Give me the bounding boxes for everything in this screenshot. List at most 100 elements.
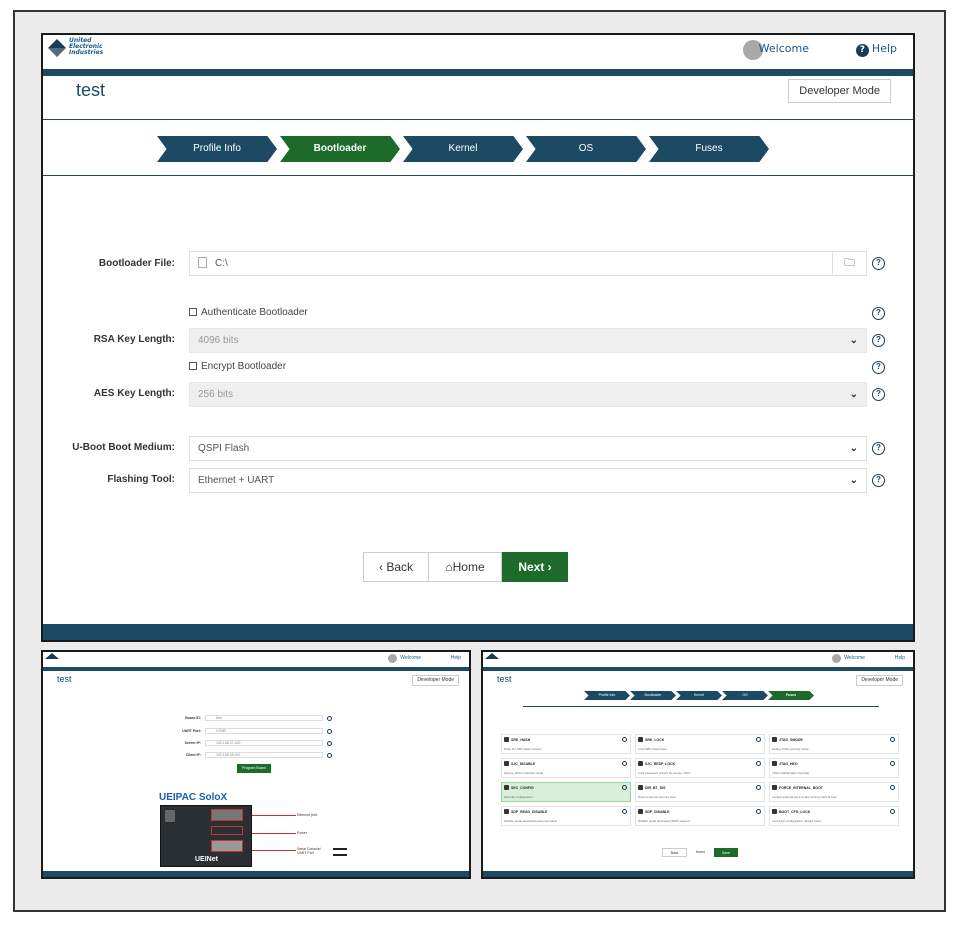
step-profile-info[interactable]: Profile Info [157, 136, 277, 162]
help-circle-icon[interactable]: ? [872, 307, 885, 320]
help-link: Help [450, 655, 461, 661]
help-circle-icon [327, 741, 332, 746]
help-circle-icon[interactable]: ? [872, 361, 885, 374]
welcome-link[interactable]: Welcome [759, 42, 809, 55]
fuse-name: SJC_RESP_LOCK [645, 762, 676, 766]
help-circle-icon [890, 761, 895, 766]
fuse-description: Debug JTAG security mode [772, 747, 809, 751]
fuse-description: Locked external boot media, forcing inte… [772, 795, 837, 799]
step-bootloader[interactable]: Bootloader [280, 136, 400, 162]
fuse-name: SRK_LOCK [645, 738, 665, 742]
lock-icon [772, 761, 777, 766]
page-title: test [76, 80, 106, 100]
logo-diamond-icon [48, 39, 66, 57]
authenticate-checkbox[interactable]: Authenticate Bootloader [189, 307, 308, 318]
fuse-card: JTAG_SMODE Debug JTAG security mode [769, 734, 899, 754]
help-circle-icon [622, 761, 627, 766]
fuse-description: Secure JTAG controller mode [504, 771, 544, 775]
aes-key-length-select: 256 bits ⌄ [189, 382, 867, 407]
thumb-step: Bootloader [630, 691, 676, 700]
thumb-step: OS [722, 691, 768, 700]
uboot-medium-label: U-Boot Boot Medium: [72, 442, 175, 453]
bootloader-file-label: Bootloader File: [98, 258, 175, 269]
lock-icon [504, 761, 509, 766]
checkbox-icon [189, 308, 197, 316]
main-window: United Electronic Industries Welcome ? He… [41, 33, 915, 642]
bootloader-file-field[interactable]: C:\ 🗀 [189, 251, 867, 276]
help-circle-icon [622, 785, 627, 790]
fuse-description: Write the SRK hash in fuses [504, 747, 542, 751]
fuse-card: FORCE_INTERNAL_BOOT Locked external boot … [769, 782, 899, 802]
fuse-description: JTAG HAB Enable Override [772, 771, 809, 775]
thumb-title: test [497, 674, 512, 684]
help-circle-icon[interactable]: ? [872, 334, 885, 347]
thumbnail-fuses: Welcome Help test Developer Mode Profile… [481, 650, 915, 879]
fuse-card: BOOT_CFG_LOCK Lock boot configuration rel… [769, 806, 899, 826]
fuse-card: DIR_BT_DIS Direct external memory boot [635, 782, 765, 802]
fuse-card: SJC_DISABLE Secure JTAG controller mode [501, 758, 631, 778]
help-circle-icon [756, 785, 761, 790]
uart-port-label: UART Port: [182, 729, 201, 733]
browse-folder-button[interactable]: 🗀 [832, 252, 866, 275]
aes-key-length-value: 256 bits [198, 389, 234, 400]
step-fuses[interactable]: Fuses [649, 136, 769, 162]
back-label: Back [386, 560, 414, 574]
fuse-name: SEC_CONFIG [511, 786, 534, 790]
chevron-down-icon: ⌄ [849, 443, 858, 454]
thumb-footer-band [43, 871, 469, 877]
fuse-description: Direct external memory boot [638, 795, 676, 799]
footer-band [43, 624, 913, 640]
server-ip-field: 192.168.37.100 [205, 740, 323, 746]
help-circle-icon [327, 716, 332, 721]
thumb-band [43, 667, 469, 671]
lock-icon [504, 809, 509, 814]
help-circle-icon[interactable]: ? [872, 257, 885, 270]
step-kernel[interactable]: Kernel [403, 136, 523, 162]
thumb-step: Kernel [676, 691, 722, 700]
help-circle-icon[interactable]: ? [872, 474, 885, 487]
fuse-card: SDP_DISABLE Disable serial download (SDP)… [635, 806, 765, 826]
fuse-name: SDP_READ_DISABLE [511, 810, 548, 814]
encrypt-checkbox[interactable]: Encrypt Bootloader [189, 361, 286, 372]
home-button[interactable]: ⌂Home [428, 552, 502, 582]
welcome-link: Welcome [844, 655, 865, 661]
step-os[interactable]: OS [526, 136, 646, 162]
uboot-medium-select[interactable]: QSPI Flash ⌄ [189, 436, 867, 461]
board-id-field: test [205, 715, 323, 721]
help-circle-icon[interactable]: ? [872, 442, 885, 455]
help-circle-icon [890, 737, 895, 742]
next-button[interactable]: Next › [502, 552, 568, 582]
help-circle-icon [756, 761, 761, 766]
cable-icon [333, 848, 347, 850]
client-ip-field: 192.168.38.100 [205, 752, 323, 758]
board-image: UEINet [160, 805, 252, 867]
fuse-name: JTAG_SMODE [779, 738, 803, 742]
welcome-link: Welcome [400, 655, 421, 661]
thumb-top-bar: Welcome Help [43, 652, 469, 666]
next-label: Next [518, 560, 545, 574]
cable-icon [333, 854, 347, 856]
divider [43, 119, 913, 120]
help-circle-icon [327, 753, 332, 758]
flashing-tool-select[interactable]: Ethernet + UART ⌄ [189, 468, 867, 493]
thumb-home-button: Home [695, 850, 706, 854]
fuse-card: SJC_RESP_LOCK Lock password protect for s… [635, 758, 765, 778]
back-button[interactable]: ‹ Back [363, 552, 429, 582]
logo-text: United Electronic Industries [69, 37, 104, 56]
help-circle-icon[interactable]: ? [872, 388, 885, 401]
home-label: Home [452, 560, 485, 574]
chevron-down-icon: ⌄ [849, 389, 858, 400]
thumb-title: test [57, 674, 72, 684]
fuse-card: JTAG_HEO JTAG HAB Enable Override [769, 758, 899, 778]
developer-mode-button[interactable]: Developer Mode [788, 79, 891, 103]
help-icon: ? [855, 44, 869, 57]
lock-icon [638, 785, 643, 790]
annotation-line [252, 850, 296, 851]
thumb-developer-mode: Developer Mode [412, 675, 459, 686]
help-link[interactable]: ? Help [855, 42, 897, 57]
home-icon: ⌂ [445, 560, 453, 574]
company-logo[interactable]: United Electronic Industries [47, 38, 107, 62]
help-circle-icon [890, 785, 895, 790]
lock-icon [638, 761, 643, 766]
annotation-serial: Serial Console/ UART Port [297, 847, 321, 855]
